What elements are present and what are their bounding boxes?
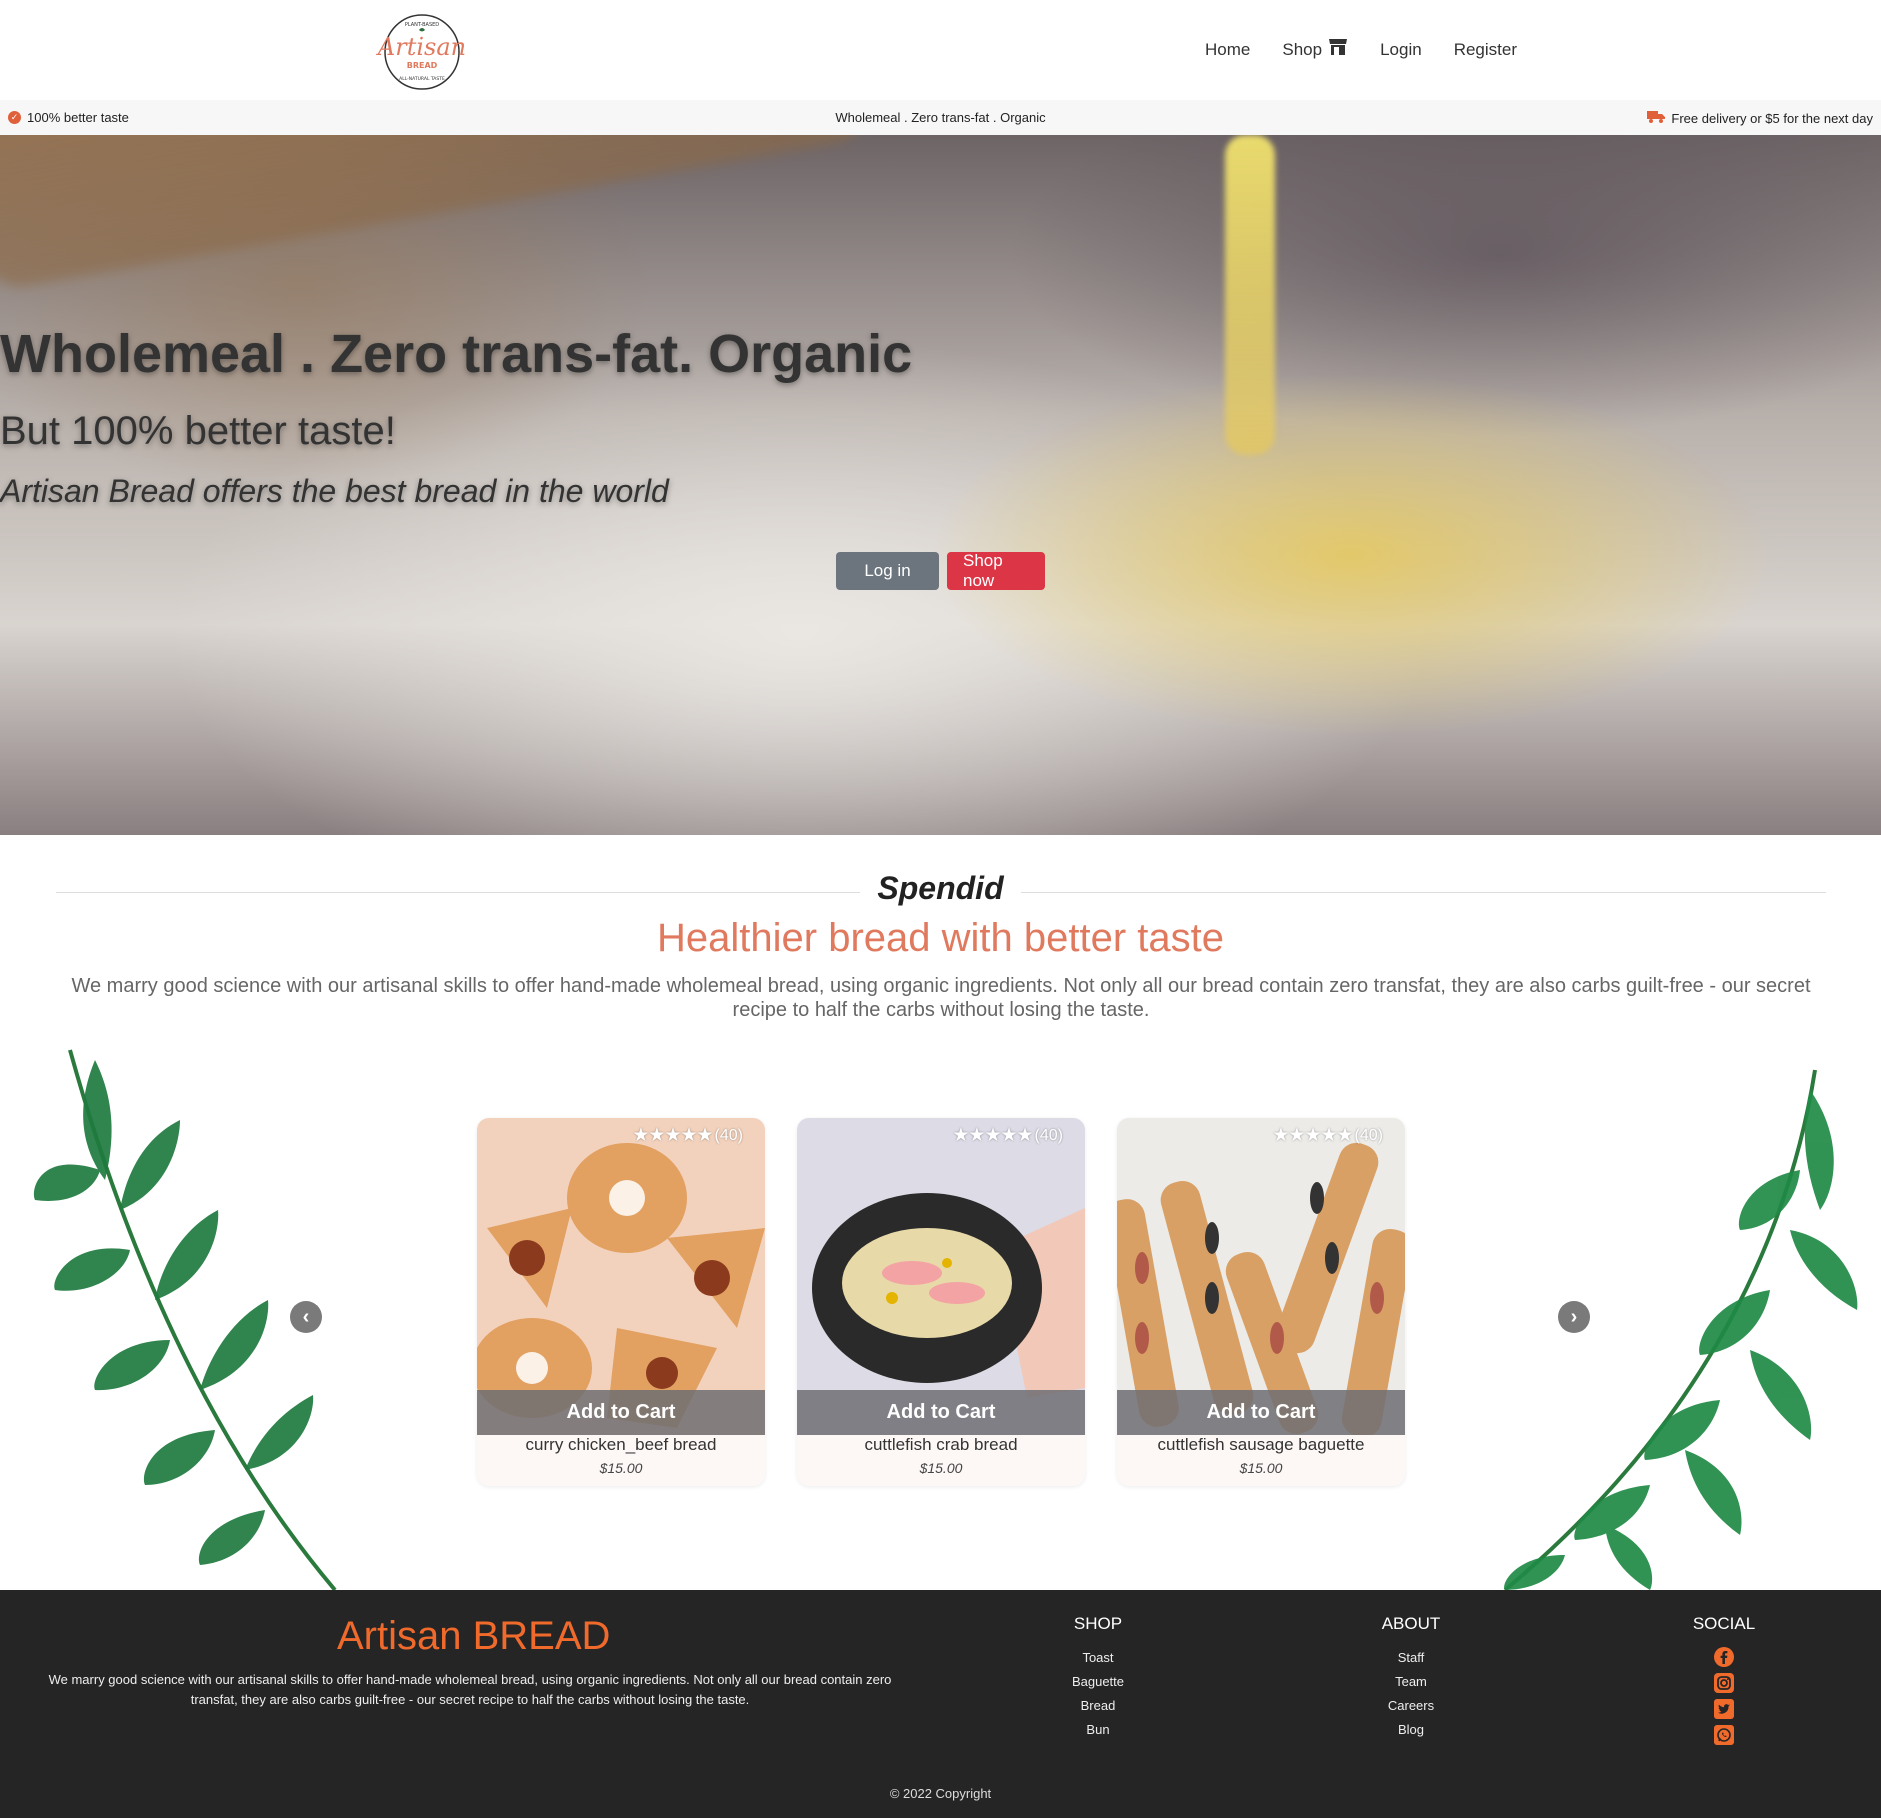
footer-brand: Artisan BREAD bbox=[337, 1614, 611, 1658]
promo-bar: ✓ 100% better taste Wholemeal . Zero tra… bbox=[0, 100, 1881, 135]
whatsapp-icon[interactable] bbox=[1713, 1724, 1735, 1746]
twitter-icon[interactable] bbox=[1713, 1698, 1735, 1720]
hero-banner: Wholemeal . Zero trans-fat. Organic But … bbox=[0, 135, 1881, 835]
shop-icon bbox=[1328, 38, 1348, 61]
rating-stars: ★★★★★ (40) bbox=[1272, 1124, 1383, 1147]
section-heading: Healthier bread with better taste bbox=[657, 916, 1224, 960]
product-card[interactable]: ★★★★★ (40) Add to Cart curry chicken_beef… bbox=[477, 1118, 765, 1486]
footer: Artisan BREAD We marry good science with… bbox=[0, 1590, 1881, 1818]
footer-shop-title: SHOP bbox=[1073, 1614, 1123, 1633]
carousel-next-button[interactable]: › bbox=[1558, 1301, 1590, 1333]
star-rating-icons: ★★★★★ bbox=[632, 1125, 713, 1146]
logo-bottom-text: ALL-NATURAL TASTE bbox=[399, 76, 445, 82]
section-kicker: Spendid bbox=[860, 870, 1021, 907]
carousel-prev-button[interactable]: ‹ bbox=[290, 1301, 322, 1333]
hero-title: Wholemeal . Zero trans-fat. Organic bbox=[0, 324, 913, 384]
nav-register[interactable]: Register bbox=[1454, 38, 1517, 61]
product-price: $15.00 bbox=[1239, 1460, 1283, 1476]
truck-icon bbox=[1647, 110, 1666, 126]
add-to-cart-button[interactable]: Add to Cart bbox=[477, 1390, 765, 1435]
footer-about-column: ABOUT Staff Team Careers Blog bbox=[1341, 1614, 1481, 1742]
promo-center-text: Wholemeal . Zero trans-fat . Organic bbox=[835, 110, 1046, 125]
star-rating-icons: ★★★★★ bbox=[1272, 1125, 1353, 1146]
chevron-left-icon: ‹ bbox=[302, 1305, 310, 1328]
chevron-right-icon: › bbox=[1570, 1305, 1578, 1328]
hero-buttons: Log in Shop now bbox=[0, 551, 1881, 590]
hero-tagline: Artisan Bread offers the best bread in t… bbox=[0, 473, 669, 509]
shop-now-button[interactable]: Shop now bbox=[947, 551, 1045, 590]
instagram-icon[interactable] bbox=[1713, 1672, 1735, 1694]
review-count: (40) bbox=[714, 1126, 743, 1144]
nav-shop-label: Shop bbox=[1282, 39, 1323, 59]
hero-background-spoon bbox=[0, 135, 875, 293]
footer-about-text: We marry good science with our artisanal… bbox=[48, 1672, 892, 1707]
nav-login-label: Login bbox=[1380, 39, 1422, 59]
promo-right: Free delivery or $5 for the next day bbox=[1647, 110, 1873, 126]
footer-about-title: ABOUT bbox=[1381, 1614, 1441, 1633]
footer-link-staff[interactable]: Staff bbox=[1341, 1646, 1481, 1670]
product-price: $15.00 bbox=[919, 1460, 963, 1476]
footer-link-blog[interactable]: Blog bbox=[1341, 1718, 1481, 1742]
promo-right-text: Free delivery or $5 for the next day bbox=[1671, 110, 1873, 126]
brand-logo[interactable]: PLANT-BASED Artisan BREAD ALL-NATURAL TA… bbox=[372, 12, 472, 92]
login-button[interactable]: Log in bbox=[836, 552, 939, 590]
rating-stars: ★★★★★ (40) bbox=[632, 1124, 743, 1147]
hero-background-pour bbox=[1225, 135, 1275, 455]
add-to-cart-button[interactable]: Add to Cart bbox=[1117, 1390, 1405, 1435]
product-image bbox=[1117, 1118, 1405, 1435]
nav-register-label: Register bbox=[1453, 39, 1517, 59]
nav-home-label: Home bbox=[1205, 39, 1251, 59]
product-name: cuttlefish sausage baguette bbox=[1157, 1435, 1365, 1454]
hero-subtitle: But 100% better taste! bbox=[0, 409, 396, 453]
navbar: PLANT-BASED Artisan BREAD ALL-NATURAL TA… bbox=[0, 0, 1881, 100]
footer-link-baguette[interactable]: Baguette bbox=[1028, 1670, 1168, 1694]
product-name: cuttlefish crab bread bbox=[864, 1435, 1018, 1454]
footer-link-careers[interactable]: Careers bbox=[1341, 1694, 1481, 1718]
logo-brand-text: Artisan bbox=[376, 33, 466, 61]
logo-sub-text: BREAD bbox=[407, 61, 438, 70]
footer-link-bread[interactable]: Bread bbox=[1028, 1694, 1168, 1718]
nav-links: Home Shop Login Register bbox=[1205, 38, 1517, 61]
footer-link-team[interactable]: Team bbox=[1341, 1670, 1481, 1694]
footer-shop-column: SHOP Toast Baguette Bread Bun bbox=[1028, 1614, 1168, 1742]
add-to-cart-button[interactable]: Add to Cart bbox=[797, 1390, 1085, 1435]
review-count: (40) bbox=[1354, 1126, 1383, 1144]
footer-link-bun[interactable]: Bun bbox=[1028, 1718, 1168, 1742]
product-name: curry chicken_beef bread bbox=[525, 1435, 717, 1454]
nav-login[interactable]: Login bbox=[1380, 38, 1422, 61]
nav-home[interactable]: Home bbox=[1205, 38, 1250, 61]
product-image bbox=[797, 1118, 1085, 1435]
facebook-icon[interactable] bbox=[1713, 1646, 1735, 1668]
star-rating-icons: ★★★★★ bbox=[952, 1125, 1033, 1146]
product-image bbox=[477, 1118, 765, 1435]
leaf-decoration-right bbox=[1503, 1069, 1858, 1590]
footer-social-column: SOCIAL bbox=[1654, 1614, 1794, 1750]
product-price: $15.00 bbox=[599, 1460, 643, 1476]
product-card[interactable]: ★★★★★ (40) Add to Cart cuttlefish crab br… bbox=[797, 1118, 1085, 1486]
nav-shop[interactable]: Shop bbox=[1282, 38, 1348, 61]
section-description: We marry good science with our artisanal… bbox=[71, 975, 1811, 1021]
product-card[interactable]: ★★★★★ (40) Add to Cart cuttlefish sausage… bbox=[1117, 1118, 1405, 1486]
footer-social-title: SOCIAL bbox=[1692, 1614, 1756, 1633]
logo-top-text: PLANT-BASED bbox=[405, 22, 439, 28]
footer-copyright: © 2022 Copyright bbox=[889, 1786, 992, 1801]
footer-link-toast[interactable]: Toast bbox=[1028, 1646, 1168, 1670]
rating-stars: ★★★★★ (40) bbox=[952, 1124, 1063, 1147]
review-count: (40) bbox=[1034, 1126, 1063, 1144]
